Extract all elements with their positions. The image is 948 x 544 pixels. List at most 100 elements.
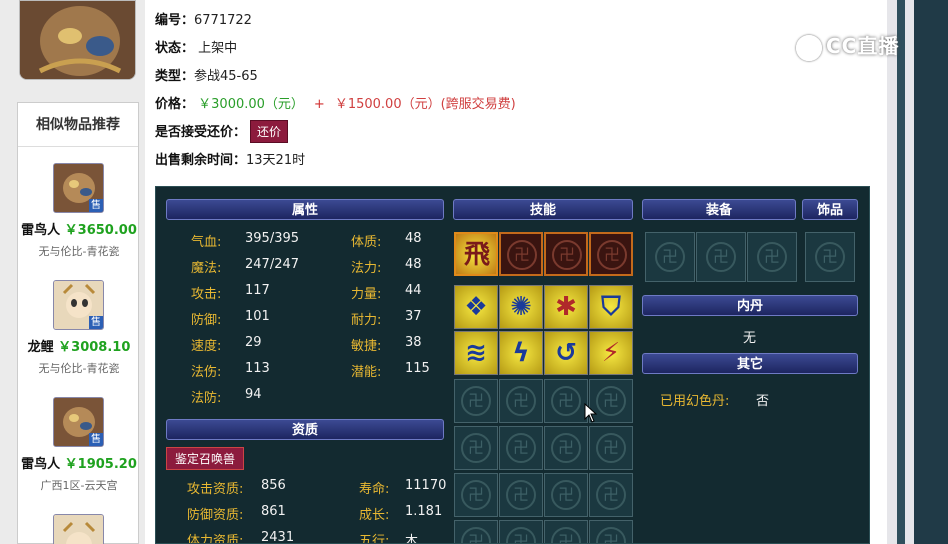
appraise-pet-button[interactable]: 鉴定召唤兽 <box>166 447 245 470</box>
counter-offer-button[interactable]: 还价 <box>250 120 289 143</box>
empty-slot-icon: 卍 <box>551 386 581 416</box>
attr-value: 247/247 <box>245 257 300 272</box>
similar-item[interactable] <box>18 514 140 544</box>
empty-skill-slot: 卍 <box>499 473 543 517</box>
price-value: ￥3000.00（元） <box>198 97 304 112</box>
attr-row: 攻击: 117 <box>191 283 270 302</box>
sell-tag: 售 <box>89 316 103 329</box>
watermark-text: CC直播 <box>826 34 900 58</box>
empty-slot-icon: 卍 <box>506 433 536 463</box>
empty-skill-slot: 卍 <box>544 426 588 470</box>
skill-slot[interactable]: ϟ <box>499 331 543 375</box>
similar-item-thumbnail[interactable]: 售 <box>53 163 104 213</box>
empty-slot-icon: 卍 <box>596 527 626 543</box>
skill-slot[interactable]: ⚡ <box>589 331 633 375</box>
similar-item-thumbnail[interactable]: 售 <box>53 397 104 447</box>
attr-label: 气血: <box>191 235 222 250</box>
price-label: 价格： <box>155 97 195 112</box>
aptitude-value: 861 <box>261 504 286 519</box>
empty-skill-slot: 卍 <box>499 426 543 470</box>
equipment-header: 装备 <box>642 199 796 220</box>
empty-skill-slot: 卍 <box>454 520 498 543</box>
aptitude-label: 寿命: <box>359 482 390 497</box>
empty-skill-slot: 卍 <box>589 426 633 470</box>
similar-item-name[interactable]: 龙鲤 <box>28 340 54 355</box>
counter-offer-row: 是否接受还价： 还价 <box>155 120 289 143</box>
similar-item-name-price[interactable]: 雷鸟人 ￥1905.20 <box>18 453 140 472</box>
empty-slot-icon: 卍 <box>655 242 685 272</box>
aptitude-label: 体力资质: <box>187 534 244 544</box>
attr-value: 94 <box>245 387 262 402</box>
attr-value: 117 <box>245 283 270 298</box>
attr-label: 魔法: <box>191 261 222 276</box>
similar-item-thumbnail[interactable]: 售 <box>53 280 104 330</box>
cc-live-watermark: CC直播 <box>796 30 921 70</box>
equipment-slot[interactable]: 卍 <box>696 232 746 282</box>
empty-skill-slot: 卍 <box>499 379 543 423</box>
skill-slot[interactable]: ✱ <box>544 285 588 329</box>
right-divider <box>897 0 905 544</box>
shield-skill-icon: ⛉ <box>601 292 621 322</box>
item-id-row: 编号：6771722 <box>155 9 252 28</box>
aptitude-row: 防御资质: 861 <box>187 504 286 523</box>
similar-item-name-price[interactable]: 雷鸟人 ￥3650.00 <box>18 219 140 238</box>
aptitude-row: 成长: 1.181 <box>359 504 442 523</box>
similar-item[interactable]: 售 龙鲤 ￥3008.10 无与伦比-青花瓷 <box>18 280 140 380</box>
attr-row: 耐力: 37 <box>351 309 422 328</box>
empty-slot-icon: 卍 <box>506 480 536 510</box>
similar-item-thumbnail[interactable] <box>53 514 104 544</box>
aptitude-header: 资质 <box>166 419 444 440</box>
skill-slot[interactable]: 飛 <box>454 232 498 276</box>
similar-item-name-price[interactable]: 龙鲤 ￥3008.10 <box>18 336 140 355</box>
similar-item[interactable]: 售 雷鸟人 ￥3650.00 无与伦比-青花瓷 <box>18 163 140 263</box>
attr-value: 29 <box>245 335 262 350</box>
aptitude-value: 木 <box>405 534 419 544</box>
equipment-slot[interactable]: 卍 <box>747 232 797 282</box>
burst-skill-icon: ✱ <box>555 292 577 322</box>
skill-slot[interactable]: ⛉ <box>589 285 633 329</box>
accessory-slot[interactable]: 卍 <box>805 232 855 282</box>
thunder-skill-icon: ⚡ <box>601 338 621 368</box>
similar-item-server: 广西1区-云天宫 <box>40 479 118 492</box>
aptitude-value: 1.181 <box>405 504 443 519</box>
item-id-label: 编号： <box>155 13 195 28</box>
empty-skill-slot: 卍 <box>454 473 498 517</box>
empty-slot-icon: 卍 <box>461 527 491 543</box>
right-background <box>914 0 948 544</box>
attr-row: 速度: 29 <box>191 335 262 354</box>
attr-label: 体质: <box>351 235 382 250</box>
skill-slot[interactable]: ❖ <box>454 285 498 329</box>
similar-item-name[interactable]: 雷鸟人 <box>21 223 60 238</box>
lightning-skill-icon: ϟ <box>512 338 530 368</box>
fly-rune-icon: 飛 <box>463 240 490 270</box>
similar-item-name[interactable]: 雷鸟人 <box>21 457 60 472</box>
attr-row: 法防: 94 <box>191 387 262 406</box>
similar-item[interactable]: 售 雷鸟人 ￥1905.20 广西1区-云天宫 <box>18 397 140 497</box>
cross-server-fee: ￥1500.00（元）(跨服交易费) <box>334 97 516 112</box>
inner-dan-header: 内丹 <box>642 295 858 316</box>
attr-row: 敏捷: 38 <box>351 335 422 354</box>
aptitude-label: 防御资质: <box>187 508 244 523</box>
similar-item-price: ￥1905.20 <box>64 457 137 472</box>
equipment-slot[interactable]: 卍 <box>645 232 695 282</box>
skill-slot[interactable]: ✺ <box>499 285 543 329</box>
type-row: 类型：参战45-65 <box>155 65 258 84</box>
skill-slot[interactable]: ↺ <box>544 331 588 375</box>
cc-logo-icon <box>796 34 822 61</box>
price-row: 价格： ￥3000.00（元） + ￥1500.00（元）(跨服交易费) <box>155 93 516 112</box>
empty-slot-icon: 卍 <box>461 480 491 510</box>
other-value: 否 <box>756 394 770 409</box>
empty-skill-slot: 卍 <box>589 520 633 543</box>
aptitude-label: 成长: <box>359 508 390 523</box>
attr-value: 37 <box>405 309 422 324</box>
attr-label: 耐力: <box>351 313 382 328</box>
other-header: 其它 <box>642 353 858 374</box>
skill-slot[interactable]: ≋ <box>454 331 498 375</box>
empty-slot-icon: 卍 <box>815 242 845 272</box>
attr-value: 48 <box>405 257 422 272</box>
attr-row: 法力: 48 <box>351 257 422 276</box>
aptitude-row: 体力资质: 2431 <box>187 530 294 544</box>
locked-skill-slot: 卍 <box>589 232 633 276</box>
mouse-cursor-icon <box>584 403 598 423</box>
status-value: 上架中 <box>198 41 238 56</box>
